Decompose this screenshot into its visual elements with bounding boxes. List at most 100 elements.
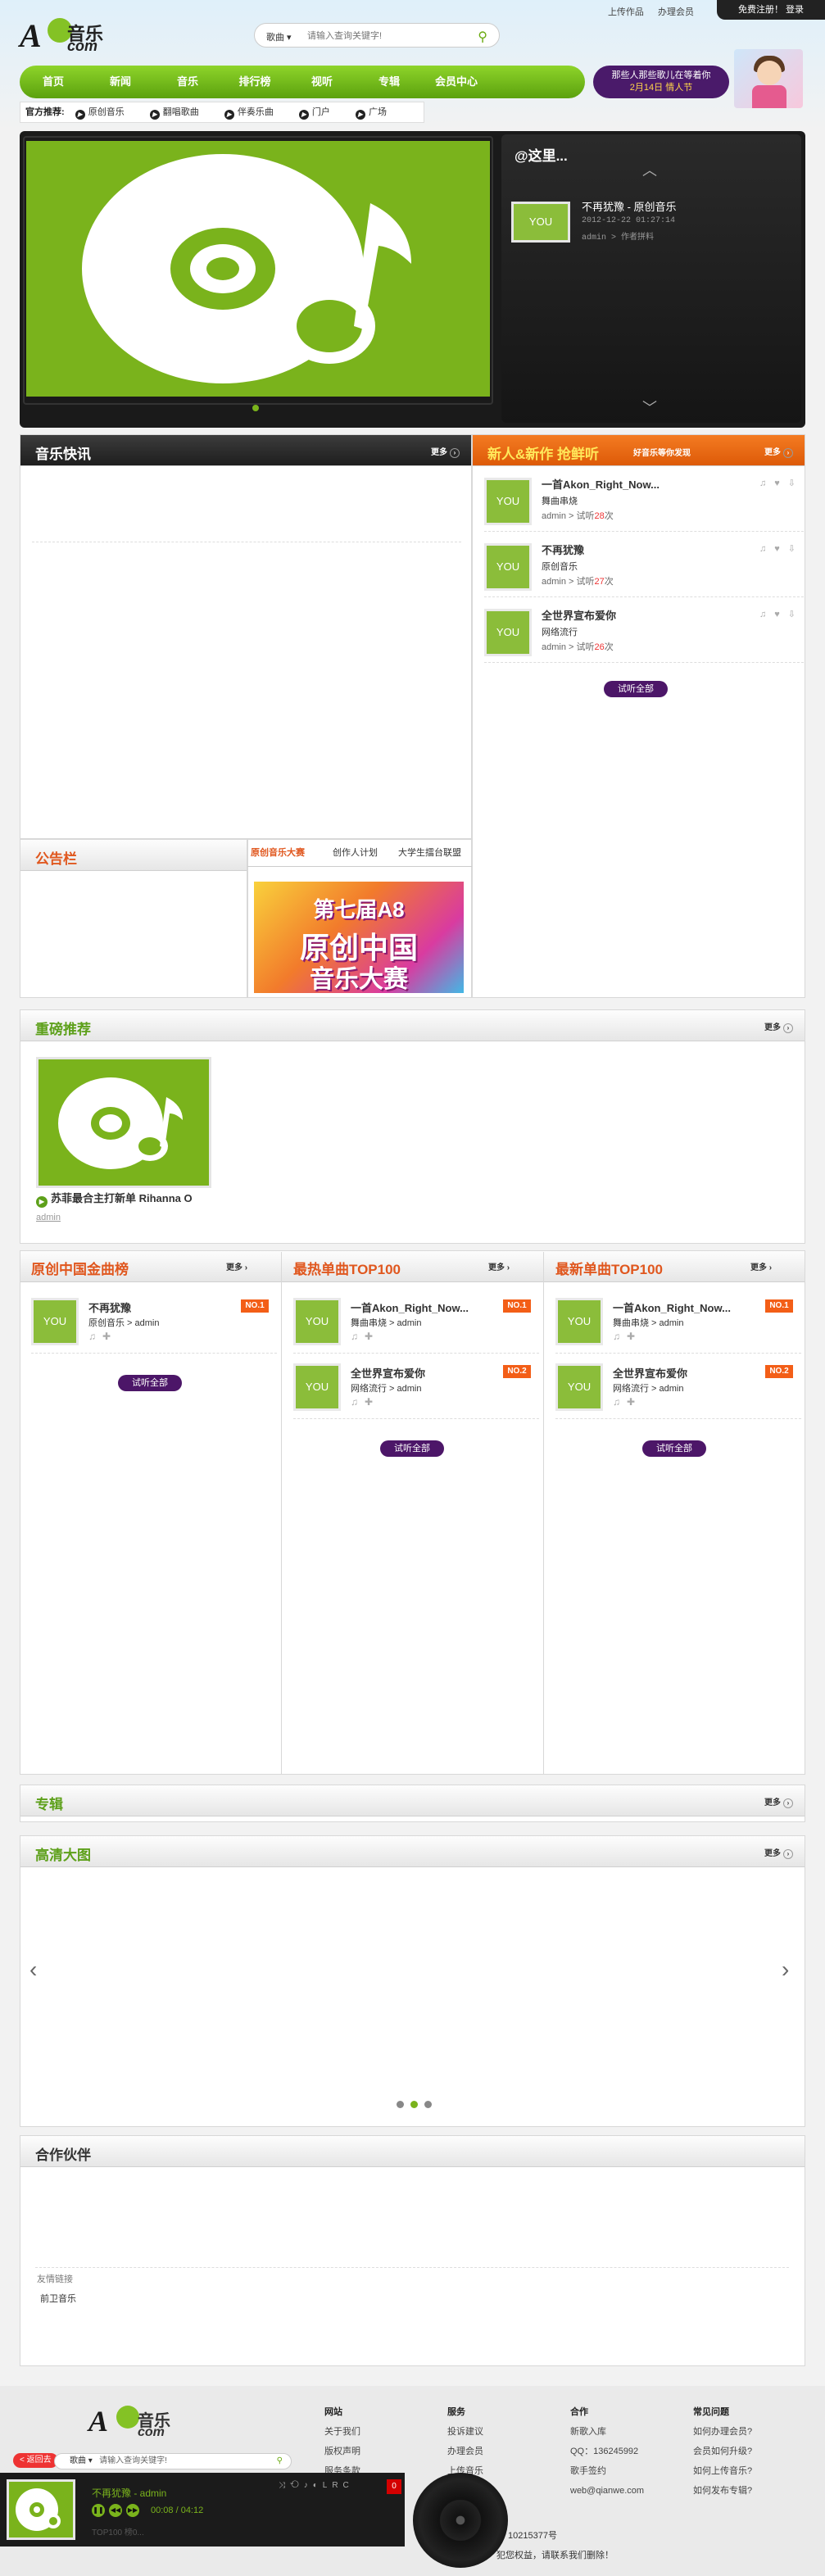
tab-competition[interactable]: 原创音乐大赛 [251,846,305,859]
footer-link[interactable]: web@qianwe.com [570,2481,644,2501]
song-thumb[interactable]: YOU [555,1363,603,1411]
footer-link[interactable]: 投诉建议 [447,2422,483,2442]
slide-dot[interactable] [252,405,259,411]
song-thumb[interactable]: YOU [293,1363,341,1411]
slide-dot[interactable] [397,2101,404,2108]
footer-search[interactable]: 歌曲 ▾ 请输入查询关键字! ⚲ [54,2453,292,2469]
footer-link[interactable]: 歌手签约 [570,2461,644,2481]
song-thumb[interactable]: YOU [511,202,570,243]
footer-link[interactable]: 如何发布专辑? [693,2481,752,2501]
search-icon[interactable]: ⚲ [277,2454,283,2469]
song-thumb[interactable]: YOU [293,1298,341,1345]
search-category-select[interactable]: 歌曲 ▾ [266,30,292,43]
register-login-button[interactable]: 免费注册！ 登录 [717,0,825,20]
more-link[interactable]: 更多 › [226,1260,247,1272]
footer-link[interactable]: 会员如何升级? [693,2442,752,2461]
song-actions[interactable]: ♫✚ [613,1396,641,1408]
friend-link[interactable]: 前卫音乐 [40,2292,76,2305]
song-thumb[interactable]: YOU [484,609,532,656]
list-item[interactable]: YOU 一首Akon_Right_Now... 舞曲串烧 > admin ♫✚ … [555,1291,801,1354]
listen-all-button[interactable]: 试听全部 [118,1375,182,1391]
song-actions[interactable]: ♫✚ [351,1331,379,1342]
list-item[interactable]: YOU 全世界宣布爱你 网络流行 > admin ♫✚ NO.2 [293,1357,539,1419]
scroll-up-icon[interactable]: ︿ [642,159,657,180]
song-actions[interactable]: ♫♥⇩ [759,543,804,554]
listen-all-button[interactable]: 试听全部 [642,1440,706,1457]
footer-link[interactable]: 新歌入库 [570,2422,644,2442]
song-name[interactable]: 一首Akon_Right_Now... [351,1299,498,1315]
song-name[interactable]: 全世界宣布爱你 [542,607,616,623]
chevron-left-icon[interactable]: ‹ [29,1957,37,1983]
list-item[interactable]: YOU 一首Akon_Right_Now... 舞曲串烧 > admin ♫✚ … [293,1291,539,1354]
tab-college[interactable]: 大学生擂台联盟 [398,846,461,859]
song-actions[interactable]: ♫✚ [351,1396,379,1408]
more-link[interactable]: 更多 › [764,1020,793,1033]
footer-link[interactable]: 办理会员 [447,2442,483,2461]
more-link[interactable]: 更多 › [431,445,460,458]
song-actions[interactable]: ♫✚ [613,1331,641,1342]
next-icon[interactable]: ▶▶ [126,2504,139,2517]
slide-dot[interactable] [424,2101,432,2108]
official-item[interactable]: ▶ 原创音乐 [75,107,136,120]
scroll-down-icon[interactable]: ﹀ [642,397,657,418]
tab-creator[interactable]: 创作人计划 [333,846,378,859]
song-thumb[interactable]: YOU [484,478,532,525]
list-item[interactable]: YOU 全世界宣布爱你 网络流行 admin > 试听26次 ♫♥⇩ [484,601,804,663]
song-name[interactable]: 全世界宣布爱你 [351,1365,498,1381]
footer-logo[interactable]: A 音乐 com [88,2402,195,2442]
footer-link[interactable]: 版权声明 [324,2442,360,2461]
nav-home[interactable]: 首页 [20,66,87,98]
nav-video[interactable]: 视听 [288,66,356,98]
footer-link[interactable]: 关于我们 [324,2422,360,2442]
more-link[interactable]: 更多 › [764,1795,793,1808]
list-item[interactable]: YOU 一首Akon_Right_Now... 舞曲串烧 admin > 试听2… [484,469,804,532]
song-thumb[interactable]: YOU [555,1298,603,1345]
song-thumb[interactable]: YOU [484,543,532,591]
official-item[interactable]: ▶ 翻唱歌曲 [149,107,211,120]
vip-link[interactable]: 办理会员 [658,7,694,17]
official-item[interactable]: ▶ 伴奏乐曲 [224,107,285,120]
nav-news[interactable]: 新闻 [87,66,154,98]
vinyl-disc-icon[interactable] [413,2473,508,2568]
search-input[interactable] [307,29,463,43]
song-actions[interactable]: ♫♥⇩ [759,478,804,488]
footer-link[interactable]: 如何办理会员? [693,2422,752,2442]
nav-music[interactable]: 音乐 [154,66,221,98]
pause-icon[interactable]: ❚❚ [92,2504,105,2517]
official-item[interactable]: ▶ 门户 [298,107,342,120]
more-link[interactable]: 更多 › [488,1260,510,1272]
valentine-promo[interactable]: 那些人那些歌儿在等着你 2月14日 情人节 [593,66,729,98]
song-thumb[interactable]: YOU [31,1298,79,1345]
list-item[interactable]: YOU 全世界宣布爱你 网络流行 > admin ♫✚ NO.2 [555,1357,801,1419]
player-album-art[interactable] [7,2479,75,2540]
song-name[interactable]: 不再犹豫 [88,1299,236,1315]
listen-all-button[interactable]: 试听全部 [604,681,668,697]
listen-all-button[interactable]: 试听全部 [380,1440,444,1457]
song-name[interactable]: 不再犹豫 [542,542,584,557]
list-item[interactable]: YOU 不再犹豫 原创音乐 > admin ♫✚ NO.1 [31,1291,277,1354]
more-link[interactable]: 更多 › [764,445,793,458]
prev-icon[interactable]: ◀◀ [109,2504,122,2517]
slide-dot-active[interactable] [410,2101,418,2108]
song-actions[interactable]: ♫✚ [88,1331,117,1342]
song-name[interactable]: 一首Akon_Right_Now... [542,476,660,492]
more-link[interactable]: 更多 › [764,1846,793,1859]
side-song-title[interactable]: 不再犹豫 - 原创音乐 [582,198,677,214]
official-item[interactable]: ▶ 广场 [355,107,398,120]
list-item[interactable]: YOU 不再犹豫 原创音乐 admin > 试听27次 ♫♥⇩ [484,535,804,597]
footer-link[interactable]: QQ：136245992 [570,2442,644,2461]
nav-member[interactable]: 会员中心 [423,66,490,98]
competition-poster[interactable]: 第七届A8 原创中国 音乐大赛 [254,882,464,993]
back-button[interactable]: < 返回去 [13,2453,58,2468]
more-link[interactable]: 更多 › [750,1260,772,1272]
hero-slide-image[interactable] [26,141,490,397]
featured-image[interactable] [36,1057,211,1188]
nav-charts[interactable]: 排行榜 [221,66,288,98]
site-logo[interactable]: A 音乐 com [20,13,126,56]
chevron-right-icon[interactable]: › [782,1957,789,1983]
featured-caption[interactable]: ▶ 苏菲最合主打新单 Rihanna O [36,1190,193,1208]
player-tools[interactable]: ⤨⟲♪◐LRC [279,2481,354,2490]
song-name[interactable]: 一首Akon_Right_Now... [613,1299,760,1315]
nav-albums[interactable]: 专辑 [356,66,423,98]
player-list[interactable]: TOP100 榜0... [92,2525,144,2537]
